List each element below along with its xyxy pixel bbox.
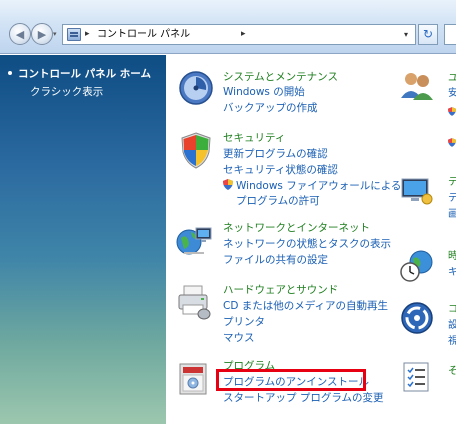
category-title-additional-options-fragment[interactable]: そ bbox=[448, 362, 456, 377]
link-change-startup-programs[interactable]: スタートアップ プログラムの変更 bbox=[223, 390, 384, 405]
address-bar: ◀ ▶ ▾ ▸ コントロール パネル ▸ ▾ ↻ bbox=[0, 0, 456, 54]
sidebar-item-label: コントロール パネル ホーム bbox=[18, 68, 151, 80]
link-mouse[interactable]: マウス bbox=[223, 330, 255, 345]
forward-arrow-icon[interactable]: ▶ bbox=[31, 23, 53, 45]
link-label: Windows ファイアウォールによる bbox=[236, 180, 402, 192]
category-title-security[interactable]: セキュリティ bbox=[223, 130, 285, 145]
search-input[interactable] bbox=[444, 24, 456, 45]
additional-options-icon[interactable] bbox=[399, 359, 435, 395]
link-ease-of-access-fragment-1[interactable]: 設 bbox=[448, 316, 456, 331]
link-create-backup[interactable]: バックアップの作成 bbox=[223, 100, 318, 115]
sidebar-item-control-panel-home[interactable]: コントロール パネル ホーム bbox=[8, 66, 151, 81]
link-printers[interactable]: プリンタ bbox=[223, 314, 265, 329]
link-windows-start[interactable]: Windows の開始 bbox=[223, 84, 305, 99]
link-network-status-tasks[interactable]: ネットワークの状態とタスクの表示 bbox=[223, 236, 391, 251]
system-maintenance-icon[interactable] bbox=[176, 68, 216, 108]
sidebar-item-classic-view[interactable]: クラシック表示 bbox=[30, 84, 103, 99]
link-clock-fragment[interactable]: キ bbox=[448, 263, 456, 278]
highlight-annotation bbox=[216, 369, 366, 391]
address-field[interactable]: ▸ コントロール パネル ▸ ▾ bbox=[62, 24, 416, 45]
breadcrumb-control-panel[interactable]: コントロール パネル bbox=[97, 27, 190, 42]
recent-pages-dropdown-icon[interactable]: ▾ bbox=[53, 30, 61, 38]
user-accounts-icon[interactable] bbox=[399, 68, 435, 104]
link-appearance-fragment-2[interactable]: 画 bbox=[448, 205, 456, 220]
programs-icon[interactable] bbox=[174, 358, 214, 398]
refresh-icon[interactable]: ↻ bbox=[418, 24, 438, 45]
link-check-security-status[interactable]: セキュリティ状態の確認 bbox=[223, 162, 338, 177]
category-title-hardware-sound[interactable]: ハードウェアとサウンド bbox=[223, 282, 338, 297]
breadcrumb-separator-icon[interactable]: ▸ bbox=[85, 27, 90, 42]
hardware-sound-icon[interactable] bbox=[174, 282, 214, 322]
network-internet-icon[interactable] bbox=[174, 220, 214, 260]
security-shield-icon[interactable] bbox=[176, 130, 216, 170]
task-pane: コントロール パネル ホーム クラシック表示 bbox=[0, 55, 166, 424]
uac-shield-icon bbox=[223, 179, 233, 190]
control-panel-icon bbox=[67, 28, 81, 41]
ease-of-access-icon[interactable] bbox=[399, 300, 435, 336]
clock-language-region-icon[interactable] bbox=[399, 247, 435, 283]
link-appearance-fragment-1[interactable]: テ bbox=[448, 189, 456, 204]
address-dropdown-icon[interactable]: ▾ bbox=[398, 26, 414, 43]
breadcrumb-separator-icon[interactable]: ▸ bbox=[241, 27, 246, 42]
link-autoplay-media[interactable]: CD または他のメディアの自動再生 bbox=[223, 298, 388, 313]
uac-shield-icon bbox=[448, 138, 456, 147]
link-user-accounts-fragment[interactable]: 安 bbox=[448, 84, 456, 99]
category-title-clock-fragment[interactable]: 時 bbox=[448, 247, 456, 262]
appearance-personalization-icon[interactable] bbox=[399, 173, 435, 209]
category-title-system-maintenance[interactable]: システムとメンテナンス bbox=[223, 69, 338, 84]
link-check-updates[interactable]: 更新プログラムの確認 bbox=[223, 146, 328, 161]
back-arrow-icon[interactable]: ◀ bbox=[9, 23, 31, 45]
link-firewall-allow-program[interactable]: Windows ファイアウォールによる bbox=[223, 178, 401, 193]
link-ease-of-access-fragment-2[interactable]: 視 bbox=[448, 332, 456, 347]
category-title-user-accounts-fragment[interactable]: ユ bbox=[448, 69, 456, 84]
category-title-appearance-fragment[interactable]: テ bbox=[448, 173, 456, 188]
uac-shield-icon bbox=[448, 107, 456, 116]
category-title-network-internet[interactable]: ネットワークとインターネット bbox=[223, 220, 370, 235]
bullet-icon bbox=[8, 71, 12, 75]
link-file-sharing-settings[interactable]: ファイルの共有の設定 bbox=[223, 252, 328, 267]
link-firewall-allow-program-line2[interactable]: プログラムの許可 bbox=[236, 193, 320, 208]
category-title-ease-of-access-fragment[interactable]: コ bbox=[448, 300, 456, 315]
